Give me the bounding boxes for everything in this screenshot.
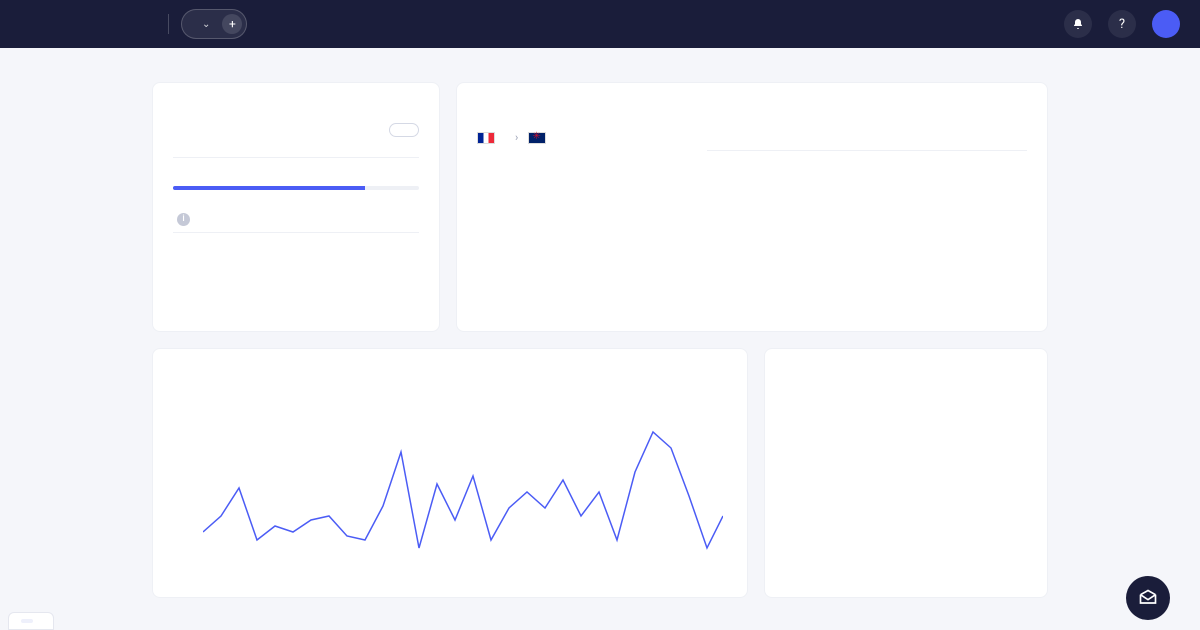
line-chart	[203, 397, 723, 577]
help-icon[interactable]: ?	[1108, 10, 1136, 38]
site-selector[interactable]: ⌄ +	[181, 9, 247, 39]
info-icon[interactable]: i	[177, 213, 190, 226]
activity-card	[764, 348, 1048, 598]
main-nav	[367, 0, 463, 48]
flag-en-icon	[528, 132, 546, 144]
flag-fr-icon	[477, 132, 495, 144]
news-banner[interactable]	[8, 612, 54, 630]
manage-plan-button[interactable]	[389, 123, 419, 137]
add-site-button[interactable]: +	[222, 14, 242, 34]
progress-fill	[173, 186, 365, 190]
language-pair-row: ›	[477, 131, 1027, 144]
requests-label: i	[173, 210, 190, 226]
divider	[168, 14, 169, 34]
chevron-down-icon: ⌄	[202, 19, 210, 30]
requests-chart-card	[152, 348, 748, 598]
chevron-right-icon: ›	[515, 131, 518, 144]
word-usage-progress	[173, 186, 419, 190]
avatar[interactable]	[1152, 10, 1180, 38]
divider	[173, 157, 419, 158]
bell-icon[interactable]	[1064, 10, 1092, 38]
plan-usage-card: i	[152, 82, 440, 332]
header-actions: ?	[1064, 10, 1180, 38]
reviewed-words-card: ›	[456, 82, 1048, 332]
thin-line	[707, 150, 1027, 151]
new-badge	[21, 619, 33, 623]
chart-area	[203, 397, 727, 577]
thin-progress	[173, 232, 419, 233]
top-header: ⌄ + ?	[0, 0, 1200, 48]
support-fab[interactable]	[1126, 576, 1170, 620]
